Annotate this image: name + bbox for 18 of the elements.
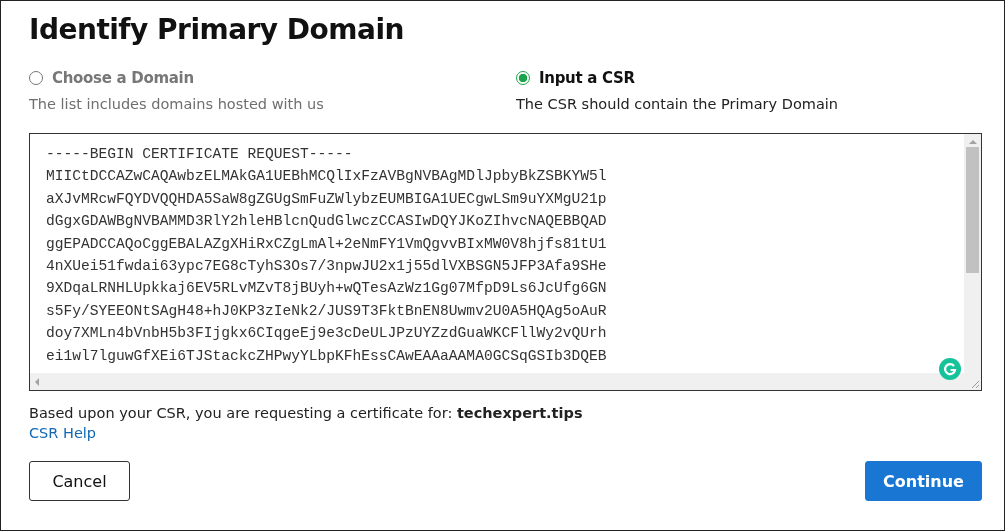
result-text: Based upon your CSR, you are requesting a certificate for: techexpert.tips xyxy=(29,405,584,421)
option-description: The list includes domains hosted with us xyxy=(29,96,325,112)
csr-help-link[interactable]: CSR Help xyxy=(29,425,97,441)
resize-grip-icon[interactable] xyxy=(971,380,980,389)
horizontal-scrollbar[interactable] xyxy=(30,373,964,390)
vertical-scrollbar[interactable] xyxy=(964,134,981,373)
radio-button[interactable] xyxy=(29,71,43,85)
dialog-title: Identify Primary Domain xyxy=(29,12,405,48)
csr-field[interactable]: -----BEGIN CERTIFICATE REQUEST----- MIICtDCCAZwCAQAwbzELMAkGA1UEBhMCQlIxFzAVBgNVBAgMDlJpbyBkZSBKYW5l aXJvMRcwFQYDVQQHDA5SaW8gZGUgSmFuZWlybzEUMBIGA1UECgwLSm9uYXMgU21p dGgxGDAWBgNVBAMMD3RlY2hleHBlcnQudGlwczCCASIwDQYJKoZIhvcNAQEBBQAD ggEPADCCAQoCggEBALAZgXHiRxCZgLmAl+2eNmFY1VmQgvvBIxMW0V8hjfs81tU1 4nXUei51fwdai63ypc7EG8cTyhS3Os7/3npwJU2x1j55dlVXBSGN5JFP3Afa9SHe 9XDqaLRNHLUpkkaj6EV5RLvMZvT8jBUyh+wQTesAzWz1Gg07MfpD9Ls6JcUfg6GN s5Fy/SYEEONtSAgH48+hJ0KP3zIeNk2/JUS9T3FktBnEN8Uwmv2U0A5HQAg5oAuR doy7XMLn4bVnbH5b3FIjgkx6CIqgeEj9e3cDeULJPzUYZzdGuaWKCFllWy2vQUrh ei1wl7lguwGfXEi6TJStackcZHPwyYLbpKFhEssCAwEAAaAAMA0GCSqGSIb3DQEB xyxy=(29,133,982,391)
option-label: Input a CSR xyxy=(539,69,635,87)
grammar-check-icon[interactable] xyxy=(939,358,961,380)
scroll-left-arrow-icon[interactable] xyxy=(34,377,40,386)
option-label: Choose a Domain xyxy=(52,69,194,87)
option-description: The CSR should contain the Primary Domain xyxy=(516,96,839,112)
continue-button[interactable]: Continue xyxy=(865,461,982,501)
scroll-up-arrow-icon[interactable] xyxy=(968,139,977,145)
radio-button[interactable] xyxy=(516,71,530,85)
cancel-button[interactable]: Cancel xyxy=(29,461,130,501)
